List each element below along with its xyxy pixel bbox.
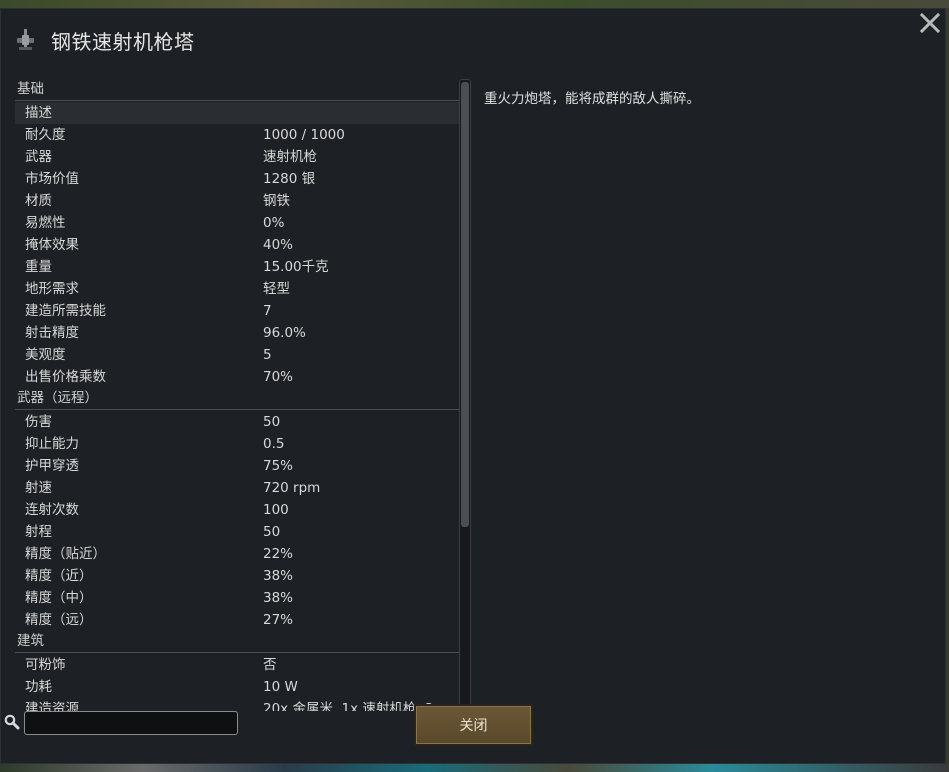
- stat-category: 武器（远程）: [15, 388, 459, 410]
- stat-value: 轻型: [263, 281, 290, 297]
- stat-row[interactable]: 描述: [15, 102, 459, 124]
- stat-label: 武器: [25, 149, 52, 165]
- stat-row[interactable]: 建造资源 20x 金属米, 1x 速射机枪, 2x: [15, 698, 459, 711]
- stat-row[interactable]: 护甲穿透 75%: [15, 455, 459, 477]
- map-background-bottom: [0, 764, 949, 772]
- stat-row[interactable]: 射击精度 96.0%: [15, 322, 459, 344]
- stat-label: 易燃性: [25, 215, 66, 231]
- info-dialog: 钢铁速射机枪塔 基础描述耐久度 1000 / 1000 武器 速射机枪市场价值 1280…: [0, 8, 946, 764]
- stat-label: 精度（中）: [25, 590, 93, 606]
- stat-category: 建筑: [15, 631, 459, 653]
- stat-label: 描述: [25, 105, 52, 121]
- stats-scrollbar[interactable]: [459, 79, 471, 711]
- stat-row[interactable]: 可粉饰 否: [15, 654, 459, 676]
- stat-row[interactable]: 易燃性 0%: [15, 212, 459, 234]
- page-title: 钢铁速射机枪塔: [51, 29, 195, 54]
- stat-row[interactable]: 重量 15.00千克: [15, 256, 459, 278]
- stat-row[interactable]: 建造所需技能 7: [15, 300, 459, 322]
- stat-value: 否: [263, 657, 277, 673]
- stats-list[interactable]: 基础描述耐久度 1000 / 1000 武器 速射机枪市场价值 1280 银材质 钢铁易燃…: [15, 79, 459, 711]
- stat-label: 建造资源: [25, 701, 79, 711]
- dialog-header: 钢铁速射机枪塔: [11, 23, 195, 57]
- stat-label: 护甲穿透: [25, 458, 79, 474]
- stat-label: 材质: [25, 193, 52, 209]
- stat-row[interactable]: 伤害 50: [15, 411, 459, 433]
- stat-value: 27%: [263, 612, 294, 628]
- stat-label: 地形需求: [25, 281, 79, 297]
- stat-label: 市场价值: [25, 171, 79, 187]
- stat-label: 精度（远）: [25, 612, 93, 628]
- stat-value: 50: [263, 414, 281, 430]
- description-text: 重火力炮塔，能将成群的敌人撕碎。: [484, 91, 700, 107]
- stat-value: 钢铁: [263, 193, 290, 209]
- stat-value: 0.5: [263, 436, 285, 452]
- stat-label: 连射次数: [25, 502, 79, 518]
- stat-value: 0%: [263, 215, 285, 231]
- stat-label: 美观度: [25, 347, 66, 363]
- stat-value: 75%: [263, 458, 294, 474]
- stat-row[interactable]: 掩体效果 40%: [15, 234, 459, 256]
- stat-label: 精度（近）: [25, 568, 93, 584]
- stat-row[interactable]: 精度（贴近） 22%: [15, 543, 459, 565]
- stat-row[interactable]: 美观度 5: [15, 344, 459, 366]
- stat-value: 15.00千克: [263, 259, 329, 275]
- close-button[interactable]: 关闭: [414, 704, 533, 746]
- stat-value: 1280 银: [263, 171, 316, 187]
- stat-label: 伤害: [25, 414, 52, 430]
- stat-row[interactable]: 连射次数 100: [15, 499, 459, 521]
- stat-row[interactable]: 武器 速射机枪: [15, 146, 459, 168]
- stat-value: 38%: [263, 590, 294, 606]
- stat-row[interactable]: 射速 720 rpm: [15, 477, 459, 499]
- stat-value: 22%: [263, 546, 294, 562]
- stat-value: 50: [263, 524, 281, 540]
- search-icon: [4, 714, 20, 730]
- stat-row[interactable]: 抑止能力 0.5: [15, 433, 459, 455]
- scrollbar-thumb[interactable]: [461, 82, 469, 527]
- stat-value: 100: [263, 502, 289, 518]
- stat-label: 耐久度: [25, 127, 66, 143]
- stat-label: 抑止能力: [25, 436, 79, 452]
- stat-row[interactable]: 精度（近） 38%: [15, 565, 459, 587]
- stat-value: 速射机枪: [263, 149, 317, 165]
- stat-label: 掩体效果: [25, 237, 79, 253]
- stat-row[interactable]: 精度（远） 27%: [15, 609, 459, 631]
- stat-value: 1000 / 1000: [263, 127, 345, 143]
- stat-row[interactable]: 材质 钢铁: [15, 190, 459, 212]
- stat-row[interactable]: 市场价值 1280 银: [15, 168, 459, 190]
- stat-label: 重量: [25, 259, 52, 275]
- stat-value: 7: [263, 303, 272, 319]
- stat-row[interactable]: 功耗 10 W: [15, 676, 459, 698]
- stat-row[interactable]: 精度（中） 38%: [15, 587, 459, 609]
- stat-value: 720 rpm: [263, 480, 321, 496]
- stat-label: 射击精度: [25, 325, 79, 341]
- turret-icon: [17, 29, 34, 50]
- stat-category: 基础: [15, 79, 459, 101]
- stat-label: 功耗: [25, 679, 52, 695]
- search-input[interactable]: [24, 711, 238, 735]
- stat-row[interactable]: 射程 50: [15, 521, 459, 543]
- stat-value: 38%: [263, 568, 294, 584]
- stat-value: 70%: [263, 369, 294, 385]
- stat-value: 5: [263, 347, 272, 363]
- stat-row[interactable]: 出售价格乘数 70%: [15, 366, 459, 388]
- stat-label: 射程: [25, 524, 52, 540]
- stat-label: 精度（贴近）: [25, 546, 106, 562]
- stat-row[interactable]: 耐久度 1000 / 1000: [15, 124, 459, 146]
- stat-value: 96.0%: [263, 325, 306, 341]
- stat-row[interactable]: 地形需求 轻型: [15, 278, 459, 300]
- stat-label: 射速: [25, 480, 52, 496]
- map-background-top: [0, 0, 949, 8]
- stat-label: 出售价格乘数: [25, 369, 106, 385]
- stat-label: 可粉饰: [25, 657, 66, 673]
- stat-value: 10 W: [263, 679, 298, 695]
- stat-label: 建造所需技能: [25, 303, 106, 319]
- close-icon[interactable]: [919, 12, 941, 34]
- stat-value: 40%: [263, 237, 294, 253]
